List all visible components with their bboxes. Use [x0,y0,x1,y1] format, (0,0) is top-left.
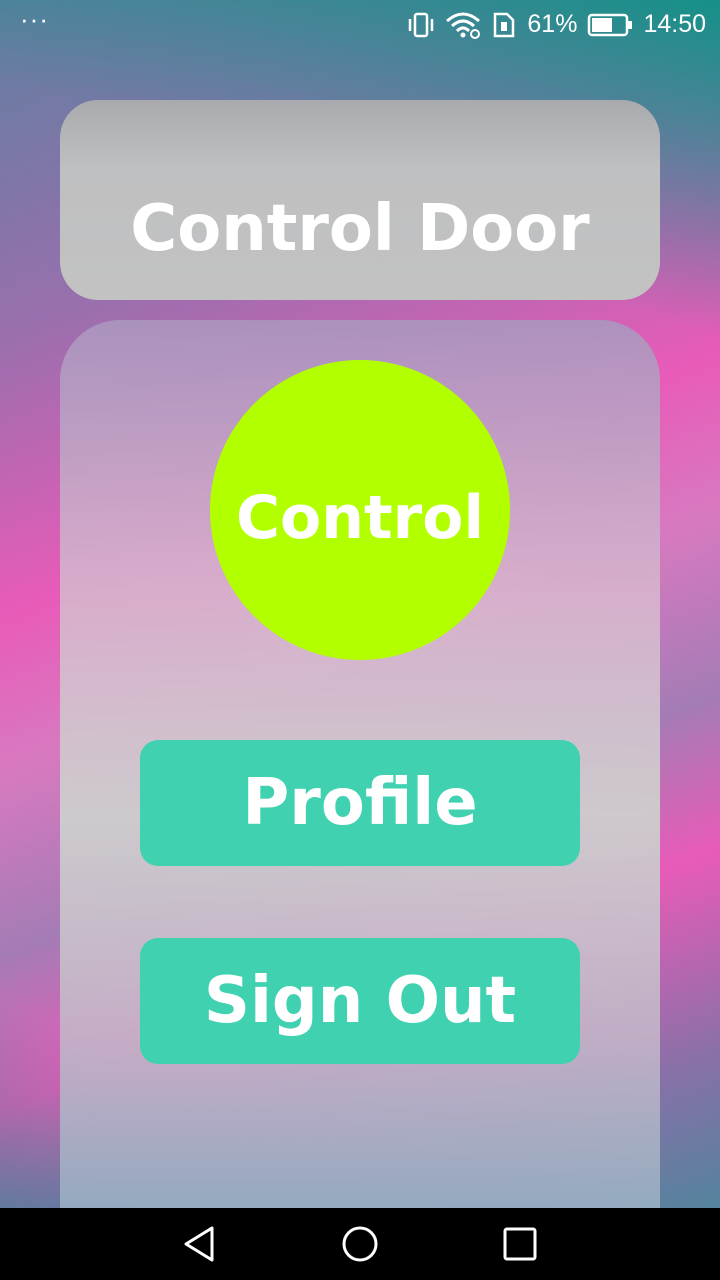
home-icon[interactable] [340,1224,380,1264]
battery-icon [587,12,633,38]
wifi-icon [445,11,481,39]
clock: 14:50 [643,10,706,38]
status-bar: ··· 61% 14:50 [0,0,720,56]
header-card: Control Door [60,100,660,300]
vibrate-icon [407,11,435,39]
back-icon[interactable] [180,1224,220,1264]
control-button-label: Control [235,483,485,553]
recents-icon[interactable] [500,1224,540,1264]
battery-percent: 61% [527,10,578,38]
page-title: Control Door [130,192,590,266]
navigation-bar [0,1208,720,1280]
profile-button-label: Profile [242,766,478,840]
sim-icon [491,11,517,39]
status-icons: 61% 14:50 [407,10,706,39]
control-button[interactable]: Control [210,360,510,660]
overflow-dots: ··· [20,4,49,34]
sign-out-button[interactable]: Sign Out [140,938,580,1064]
profile-button[interactable]: Profile [140,740,580,866]
sign-out-button-label: Sign Out [203,964,517,1038]
main-panel: Control Profile Sign Out [60,320,660,1220]
